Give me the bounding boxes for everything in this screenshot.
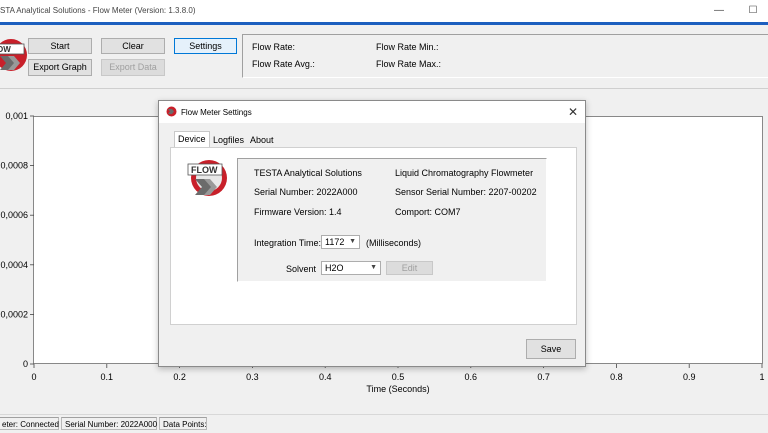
window-title: STA Analytical Solutions - Flow Meter (V… [0, 6, 196, 15]
status-bar: eter: Connected Serial Number: 2022A000 … [0, 414, 768, 433]
product-name: Liquid Chromatography Flowmeter [395, 168, 534, 178]
svg-text:OW: OW [0, 45, 11, 54]
tab-logfiles[interactable]: Logfiles [210, 133, 247, 147]
close-icon[interactable]: ✕ [568, 105, 578, 119]
status-serial: Serial Number: 2022A000 [61, 417, 157, 430]
comport: Comport: COM7 [395, 207, 461, 217]
chevron-down-icon: ▼ [370, 264, 377, 271]
export-data-button[interactable]: Export Data [101, 59, 165, 76]
clear-button[interactable]: Clear [101, 38, 165, 54]
y-tick-label: 0,0006 [0, 210, 28, 220]
solvent-label: Solvent [286, 264, 317, 274]
flow-logo-icon: FLOW [187, 158, 229, 200]
x-tick-label: 0.8 [610, 372, 623, 382]
company-name: TESTA Analytical Solutions [254, 168, 362, 178]
status-connection: eter: Connected [0, 417, 59, 430]
export-graph-button[interactable]: Export Graph [28, 59, 92, 76]
flow-rate-min-label: Flow Rate Min.: [376, 42, 439, 52]
tab-device[interactable]: Device [174, 131, 210, 148]
x-tick-label: 0.7 [537, 372, 550, 382]
y-tick-label: 0,001 [5, 111, 28, 121]
integration-time-value: 1172 [325, 237, 345, 247]
solvent-select[interactable]: H2O ▼ [321, 261, 381, 275]
x-tick-label: 0.9 [683, 372, 696, 382]
sensor-serial-number: Sensor Serial Number: 2207-00202 [395, 187, 537, 197]
x-tick-label: 0.1 [101, 372, 114, 382]
settings-button[interactable]: Settings [174, 38, 237, 54]
y-tick-label: 0,0002 [0, 309, 28, 319]
flow-rate-label: Flow Rate: [252, 42, 296, 52]
x-tick-label: 0.2 [173, 372, 186, 382]
dialog-title-bar: Flow Meter Settings ✕ [159, 101, 585, 123]
status-data-points: Data Points: [159, 417, 207, 430]
x-tick-label: 0.4 [319, 372, 332, 382]
flow-logo-icon: OW [0, 36, 28, 74]
solvent-value: H2O [325, 263, 344, 273]
integration-time-label: Integration Time: [254, 238, 322, 248]
maximize-button[interactable]: ☐ [746, 4, 760, 18]
edit-button[interactable]: Edit [386, 261, 433, 275]
x-tick-label: 1 [759, 372, 764, 382]
toolbar-divider [0, 88, 768, 89]
y-tick-label: 0 [23, 359, 28, 369]
title-bar: STA Analytical Solutions - Flow Meter (V… [0, 0, 768, 23]
chevron-down-icon: ▼ [349, 238, 356, 245]
minimize-button[interactable]: — [712, 4, 726, 18]
flow-rate-avg-label: Flow Rate Avg.: [252, 59, 315, 69]
readout-panel: Flow Rate: Flow Rate Avg.: Flow Rate Min… [242, 34, 768, 78]
flow-rate-max-label: Flow Rate Max.: [376, 59, 442, 69]
start-button[interactable]: Start [28, 38, 92, 54]
settings-dialog: Flow Meter Settings ✕ Device Logfiles Ab… [158, 100, 586, 367]
dialog-title: Flow Meter Settings [181, 108, 252, 117]
x-tick-label: 0 [31, 372, 36, 382]
tab-about[interactable]: About [247, 133, 277, 147]
x-tick-label: 0.6 [465, 372, 478, 382]
x-tick-label: 0.5 [392, 372, 405, 382]
flow-logo-text: FLOW [191, 165, 218, 175]
integration-time-select[interactable]: 1172 ▼ [321, 235, 360, 249]
save-button[interactable]: Save [526, 339, 576, 359]
y-tick-label: 0,0008 [0, 161, 28, 171]
title-accent-line [0, 22, 768, 25]
y-tick-label: 0,0004 [0, 260, 28, 270]
x-tick-label: 0.3 [246, 372, 259, 382]
x-axis-label: Time (Seconds) [366, 384, 429, 394]
flow-app-icon [166, 106, 177, 117]
integration-time-unit: (Milliseconds) [366, 238, 422, 248]
serial-number: Serial Number: 2022A000 [254, 187, 358, 197]
firmware-version: Firmware Version: 1.4 [254, 207, 342, 217]
